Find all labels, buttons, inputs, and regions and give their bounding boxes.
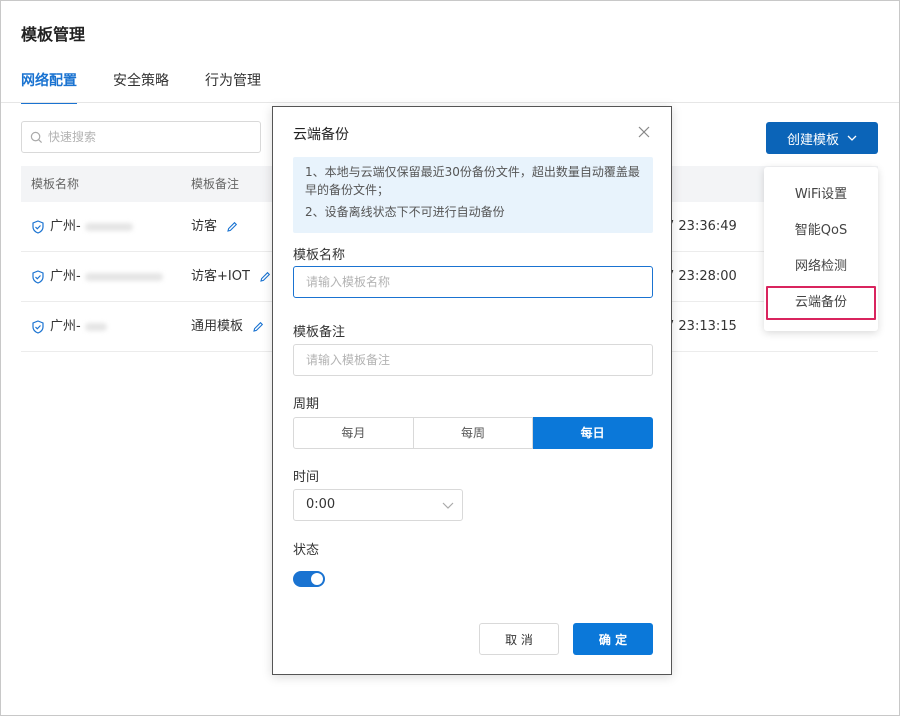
template-name-input[interactable] (293, 266, 653, 298)
period-weekly-button[interactable]: 每周 (413, 417, 534, 449)
page-title: 模板管理 (21, 25, 86, 44)
tab-network-config[interactable]: 网络配置 (21, 71, 77, 104)
notice-line: 1、本地与云端仅保留最近30份备份文件，超出数量自动覆盖最早的备份文件； (305, 165, 640, 197)
template-note-cell: 访客 (191, 202, 239, 252)
create-template-button[interactable]: 创建模板 (766, 122, 878, 154)
notice-line: 2、设备离线状态下不可进行自动备份 (305, 205, 505, 219)
column-header-name: 模板名称 (31, 177, 80, 191)
confirm-button[interactable]: 确 定 (573, 623, 653, 655)
template-note-text: 通用模板 (191, 319, 244, 334)
chevron-down-icon (442, 502, 454, 509)
template-note-text: 访客+IOT (191, 269, 250, 284)
app-window: 模板管理 网络配置 安全策略 行为管理 创建模板 模板名称 模板备注 广州- (0, 0, 900, 716)
template-note-label: 模板备注 (293, 325, 346, 340)
backup-notice: 1、本地与云端仅保留最近30份备份文件，超出数量自动覆盖最早的备份文件； 2、设… (293, 157, 653, 233)
close-icon[interactable] (637, 125, 651, 139)
edit-pencil-icon[interactable] (251, 320, 265, 334)
template-name-label: 模板名称 (293, 248, 346, 263)
shield-check-icon (32, 220, 44, 234)
search-input[interactable] (48, 130, 248, 144)
redacted-text (84, 273, 163, 281)
redacted-text (84, 223, 133, 231)
template-note-cell: 通用模板 (191, 302, 265, 352)
updated-time: 7 23:36:49 (666, 219, 737, 234)
create-template-menu: WiFi设置 智能QoS 网络检测 云端备份 (764, 167, 878, 331)
period-daily-button[interactable]: 每日 (533, 417, 654, 449)
menu-item-network-check[interactable]: 网络检测 (764, 250, 878, 284)
time-label: 时间 (293, 470, 320, 485)
period-selector: 每月 每周 每日 (293, 417, 654, 449)
time-select-value: 0:00 (306, 497, 336, 512)
chevron-down-icon (847, 135, 857, 141)
edit-pencil-icon[interactable] (258, 270, 272, 284)
template-note-text: 访客 (191, 219, 218, 234)
redacted-text (84, 323, 107, 331)
menu-item-smart-qos[interactable]: 智能QoS (764, 214, 878, 248)
template-note-cell: 访客+IOT (191, 252, 272, 302)
time-select[interactable]: 0:00 (293, 489, 463, 521)
tab-security-policy[interactable]: 安全策略 (113, 71, 169, 101)
toggle-knob (311, 573, 323, 585)
column-header-note: 模板备注 (191, 177, 240, 191)
menu-item-cloud-backup[interactable]: 云端备份 (766, 286, 876, 320)
tab-divider (1, 102, 899, 103)
cloud-backup-dialog: 云端备份 1、本地与云端仅保留最近30份备份文件，超出数量自动覆盖最早的备份文件… (272, 106, 672, 675)
template-name-text: 广州- (50, 219, 81, 234)
template-name-text: 广州- (50, 319, 81, 334)
period-monthly-button[interactable]: 每月 (293, 417, 414, 449)
shield-check-icon (32, 270, 44, 284)
template-name-text: 广州- (50, 269, 81, 284)
updated-time: 7 23:13:15 (666, 319, 737, 334)
template-name-cell: 广州- (31, 202, 133, 252)
menu-item-wifi-settings[interactable]: WiFi设置 (764, 178, 878, 212)
period-label: 周期 (293, 397, 320, 412)
search-icon (30, 131, 43, 143)
template-name-cell: 广州- (31, 302, 107, 352)
updated-time: 7 23:28:00 (666, 269, 737, 284)
shield-check-icon (32, 320, 44, 334)
template-name-cell: 广州- (31, 252, 163, 302)
tab-behavior-management[interactable]: 行为管理 (205, 71, 261, 101)
template-note-input[interactable] (293, 344, 653, 376)
dialog-title: 云端备份 (293, 127, 349, 143)
search-box[interactable] (21, 121, 261, 153)
create-template-label: 创建模板 (786, 132, 839, 148)
status-label: 状态 (293, 543, 320, 558)
tab-bar: 网络配置 安全策略 行为管理 (21, 71, 297, 104)
status-toggle[interactable] (293, 571, 325, 587)
edit-pencil-icon[interactable] (225, 220, 239, 234)
cancel-button[interactable]: 取 消 (479, 623, 559, 655)
